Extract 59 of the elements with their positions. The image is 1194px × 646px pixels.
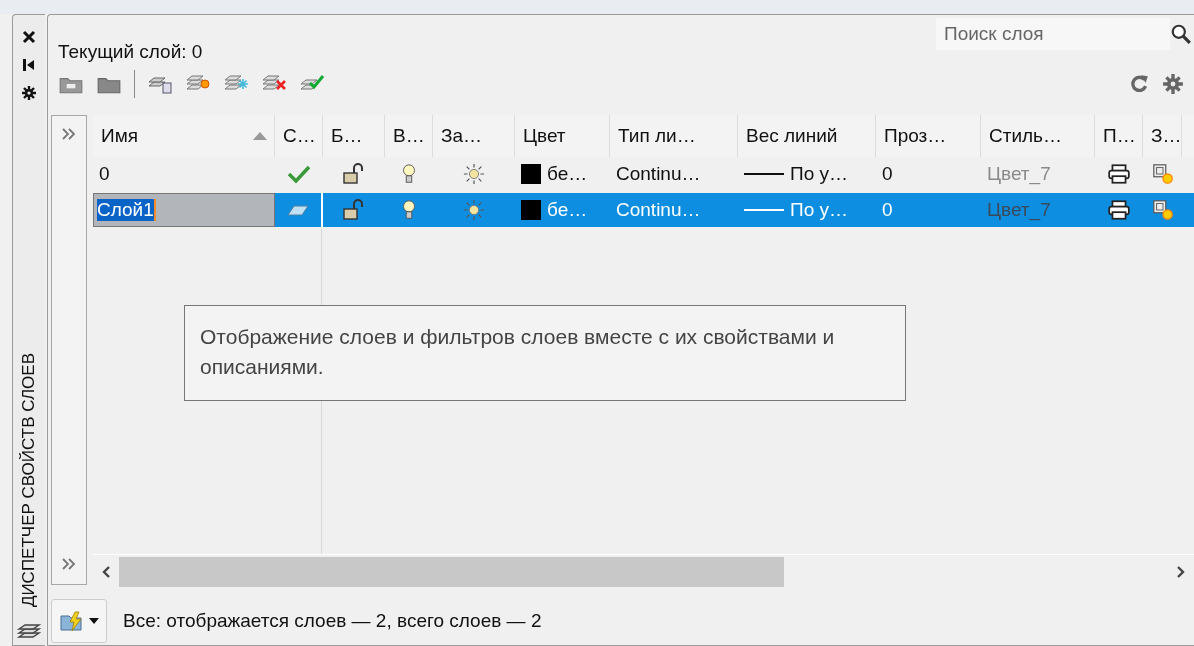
status-text: Все: отображается слоев — 2, всего слоев — 2 xyxy=(123,610,542,632)
layers-icon xyxy=(17,623,41,641)
linetype: Continu… xyxy=(616,163,701,185)
color-swatch[interactable] xyxy=(521,200,541,220)
layer-name: 0 xyxy=(99,163,110,185)
color-name: бе… xyxy=(547,163,588,185)
printer-icon[interactable] xyxy=(1107,199,1131,221)
column-header[interactable]: Тип ли… xyxy=(610,115,738,157)
layer-row[interactable]: Слой1 бе… Continu… По у… 0 Цвет_7 xyxy=(93,193,1194,227)
caret-icon xyxy=(89,618,99,624)
folder-lightning-icon xyxy=(59,610,85,632)
transparency: 0 xyxy=(882,163,893,185)
horizontal-scrollbar[interactable] xyxy=(93,554,1194,589)
layer-row[interactable]: 0 бе… Continu… По у… 0 Цвет_7 xyxy=(93,157,1194,191)
viewport-sun-icon[interactable] xyxy=(1150,199,1175,221)
lineweight-line-icon xyxy=(744,172,784,176)
column-header[interactable]: Б… xyxy=(323,115,385,157)
color-swatch[interactable] xyxy=(521,164,541,184)
plot-style: Цвет_7 xyxy=(987,199,1051,221)
palette-title: ДИСПЕТЧЕР СВОЙСТВ СЛОЕВ xyxy=(19,352,39,607)
tooltip: Отображение слоев и фильтров слоев вместе с их свойствами и описаниями. xyxy=(184,305,906,401)
printer-icon[interactable] xyxy=(1107,163,1131,185)
column-header[interactable]: П… xyxy=(1095,115,1143,157)
viewport-sun-icon[interactable] xyxy=(1150,163,1175,185)
layer-name[interactable]: Слой1 xyxy=(97,199,156,221)
column-header[interactable]: Имя xyxy=(93,115,275,157)
expand-icon[interactable] xyxy=(61,128,77,140)
column-header[interactable]: Цвет xyxy=(515,115,610,157)
plot-style: Цвет_7 xyxy=(987,163,1051,185)
current-layer-label: Текущий слой: 0 xyxy=(58,41,203,63)
sun-icon[interactable] xyxy=(462,199,486,221)
unlocked-padlock-icon[interactable] xyxy=(342,199,366,221)
search-field[interactable]: Поиск слоя xyxy=(936,18,1170,50)
sort-ascending-icon xyxy=(252,131,268,141)
unlocked-padlock-icon[interactable] xyxy=(342,163,366,185)
scrollbar-thumb[interactable] xyxy=(119,557,784,587)
close-icon[interactable] xyxy=(21,29,37,45)
scroll-left-icon[interactable] xyxy=(101,565,111,579)
search-icon[interactable] xyxy=(1170,23,1192,45)
column-header[interactable]: С… xyxy=(275,115,323,157)
transparency: 0 xyxy=(882,199,893,221)
scroll-right-icon[interactable] xyxy=(1176,565,1186,579)
settings-icon[interactable] xyxy=(21,85,37,101)
color-name: бе… xyxy=(547,199,588,221)
column-header[interactable]: В… xyxy=(385,115,433,157)
column-header[interactable]: Стиль… xyxy=(981,115,1095,157)
lineweight-line-icon xyxy=(744,208,784,212)
column-header[interactable]: Вес линий xyxy=(738,115,876,157)
column-header[interactable]: Проз… xyxy=(876,115,981,157)
pin-icon[interactable] xyxy=(21,57,37,73)
linetype: Continu… xyxy=(616,199,701,221)
column-header[interactable]: З… xyxy=(1143,115,1182,157)
lineweight: По у… xyxy=(790,199,848,221)
expand-icon[interactable] xyxy=(61,558,77,570)
filter-button[interactable] xyxy=(51,599,107,643)
refresh-icon[interactable] xyxy=(1128,73,1150,95)
column-header[interactable]: За… xyxy=(433,115,515,157)
sun-icon[interactable] xyxy=(462,163,486,185)
lineweight: По у… xyxy=(790,163,848,185)
